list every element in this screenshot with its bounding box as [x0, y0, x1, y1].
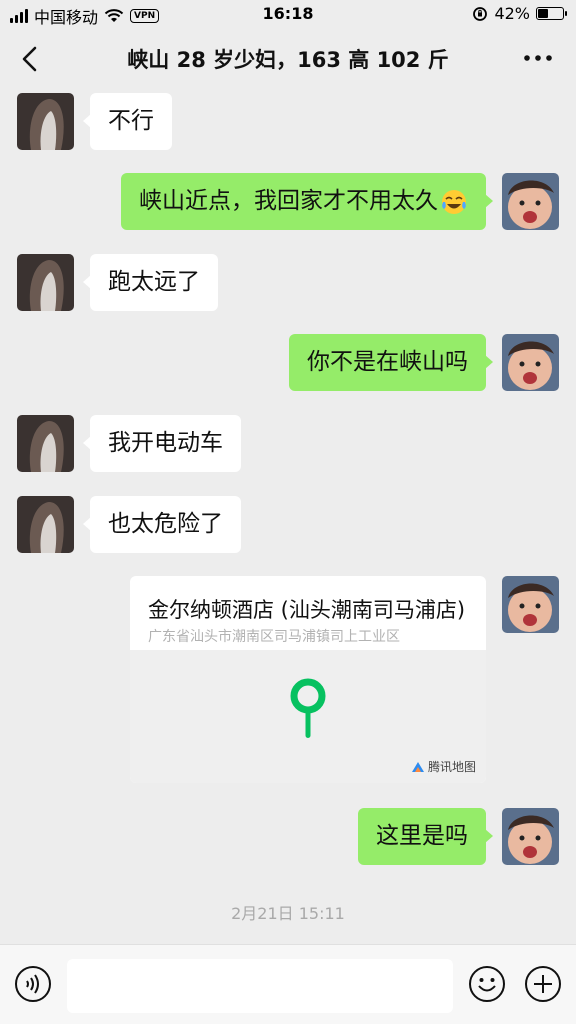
chat-header: 峡山 28 岁少妇，163 高 102 斤 [0, 30, 576, 88]
voice-input-button[interactable] [14, 965, 52, 1003]
message-text: 我开电动车 [108, 430, 223, 456]
location-address: 广东省汕头市潮南区司马浦镇司上工业区 [148, 629, 400, 645]
message-bubble-received[interactable]: 我开电动车 [83, 415, 241, 472]
message-input[interactable] [67, 959, 453, 1013]
message-bubble-received[interactable]: 跑太远了 [83, 254, 218, 311]
message-text: 这里是吗 [376, 823, 468, 849]
more-actions-button[interactable] [524, 965, 562, 1003]
contact-avatar[interactable] [17, 93, 74, 150]
battery-icon [536, 7, 567, 20]
message-text: 你不是在峡山吗 [307, 349, 468, 375]
tencent-map-logo-icon [411, 761, 424, 772]
message-text: 跑太远了 [108, 269, 200, 295]
contact-avatar[interactable] [17, 415, 74, 472]
location-map-preview[interactable]: 腾讯地图 [130, 650, 486, 783]
input-bar [0, 944, 576, 1024]
contact-avatar[interactable] [17, 496, 74, 553]
message-bubble-sent[interactable]: 这里是吗 [358, 808, 493, 865]
message-bubble-sent[interactable]: 你不是在峡山吗 [289, 334, 493, 391]
message-text: 峡山近点，我回家才不用太久 [139, 188, 438, 214]
my-avatar[interactable] [502, 576, 559, 633]
message-text: 也太危险了 [108, 511, 223, 537]
map-brand: 腾讯地图 [411, 758, 476, 775]
contact-avatar[interactable] [17, 254, 74, 311]
my-avatar[interactable] [502, 334, 559, 391]
chat-title: 峡山 28 岁少妇，163 高 102 斤 [127, 48, 449, 72]
my-avatar[interactable] [502, 173, 559, 230]
message-list[interactable]: 不行 峡山近点，我回家才不用太久 跑太远了 你不是在峡山吗 我开电动车 也太危险… [0, 88, 576, 944]
more-options-button[interactable] [522, 48, 554, 68]
emoji-button[interactable] [468, 965, 506, 1003]
orientation-lock-icon [473, 6, 488, 21]
message-bubble-sent[interactable]: 峡山近点，我回家才不用太久 [121, 173, 493, 230]
tears-of-joy-emoji-icon [442, 189, 466, 214]
battery-percent: 42% [494, 4, 530, 23]
message-bubble-received[interactable]: 不行 [83, 93, 172, 150]
map-pin-icon [290, 678, 326, 738]
status-bar: 中国移动 VPN 16:18 42% [0, 0, 576, 30]
message-timestamp: 2月21日 15:11 [231, 904, 345, 923]
location-message-card[interactable]: 金尔纳顿酒店 (汕头潮南司马浦店) 广东省汕头市潮南区司马浦镇司上工业区 腾讯地… [130, 576, 486, 783]
message-bubble-received[interactable]: 也太危险了 [83, 496, 241, 553]
my-avatar[interactable] [502, 808, 559, 865]
message-text: 不行 [108, 108, 154, 134]
location-name: 金尔纳顿酒店 (汕头潮南司马浦店) [148, 598, 466, 622]
back-button[interactable] [14, 42, 48, 76]
